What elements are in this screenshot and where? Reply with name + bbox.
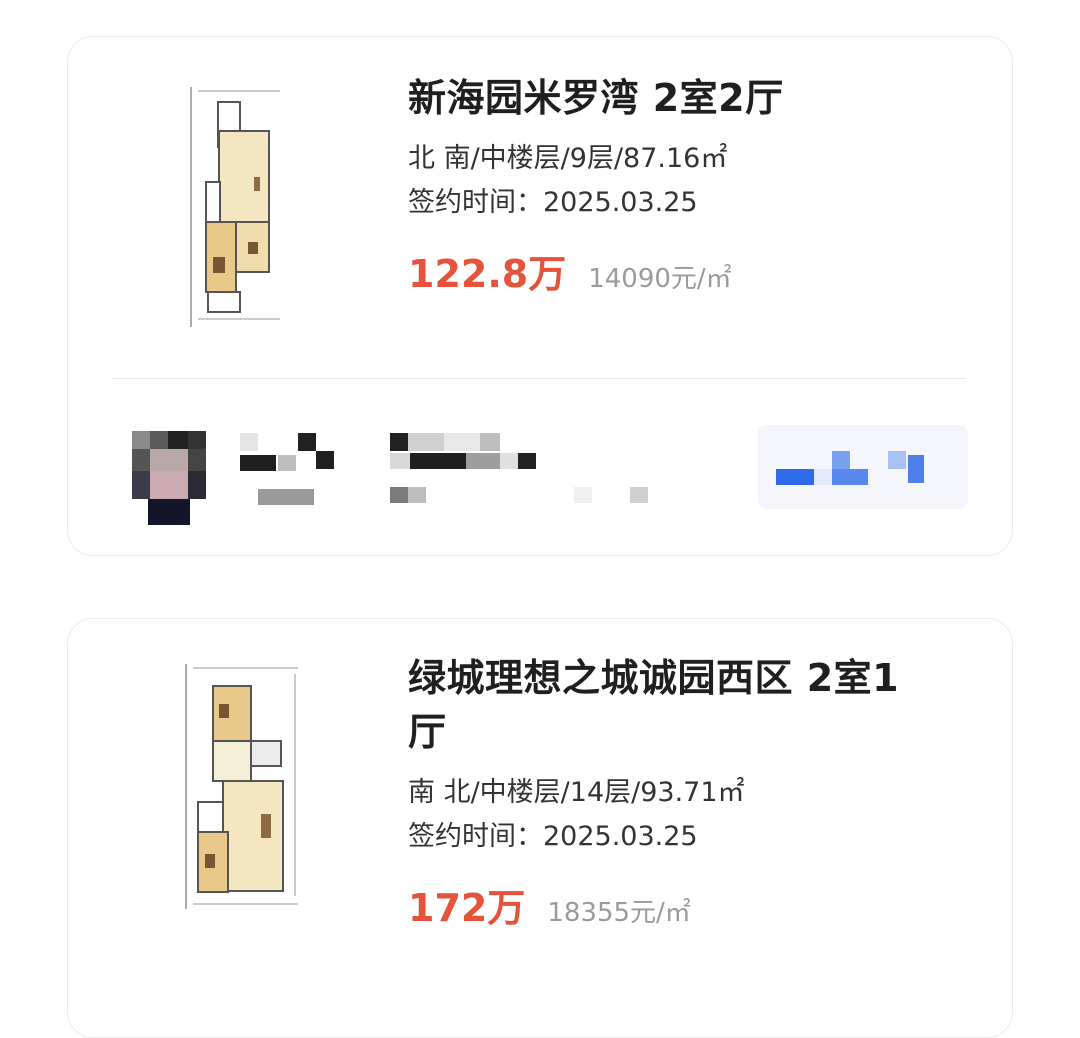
agent-row[interactable] — [68, 417, 1012, 537]
unit-price: 18355元/㎡ — [547, 898, 691, 928]
listing-card[interactable]: 新海园米罗湾 2室2厅 北 南/中楼层/9层/87.16㎡ 签约时间：2025.… — [67, 36, 1013, 556]
contract-date: 签约时间：2025.03.25 — [408, 821, 698, 852]
contract-date: 签约时间：2025.03.25 — [408, 187, 698, 218]
listing-title[interactable]: 绿城理想之城诚园西区 2室1 — [408, 651, 968, 705]
contact-agent-button[interactable] — [758, 425, 968, 509]
floor-plan-image — [185, 664, 298, 909]
unit-price: 14090元/㎡ — [588, 264, 732, 294]
agent-company — [390, 433, 648, 523]
floor-plan-image — [190, 87, 280, 327]
listing-card[interactable]: 绿城理想之城诚园西区 2室1 厅 南 北/中楼层/14层/93.71㎡ 签约时间… — [67, 618, 1013, 1038]
divider — [112, 378, 966, 379]
chat-icon — [776, 451, 956, 491]
agent-name — [240, 433, 340, 523]
listing-detail: 北 南/中楼层/9层/87.16㎡ — [408, 143, 728, 174]
total-price: 122.8万 — [408, 252, 567, 296]
total-price: 172万 — [408, 886, 526, 930]
agent-avatar[interactable] — [132, 431, 208, 525]
listing-detail: 南 北/中楼层/14层/93.71㎡ — [408, 777, 745, 808]
listing-title-continued[interactable]: 厅 — [408, 705, 968, 759]
listing-title[interactable]: 新海园米罗湾 2室2厅 — [408, 71, 968, 125]
